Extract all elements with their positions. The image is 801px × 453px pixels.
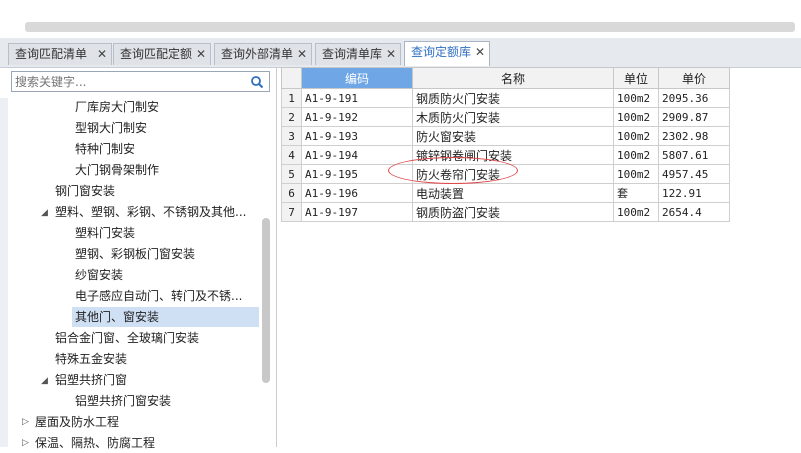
row-number: 5 bbox=[281, 164, 302, 184]
table-row[interactable]: 4 A1-9-194 镀锌钢卷闸门安装 100m2 5807.61 bbox=[281, 145, 730, 165]
tree-item[interactable]: 屋面及防水工程 bbox=[35, 412, 119, 432]
name-cell[interactable]: 钢质防盗门安装 bbox=[412, 202, 614, 222]
price-cell[interactable]: 5807.61 bbox=[658, 145, 730, 165]
tab-label: 查询匹配清单 bbox=[15, 47, 88, 61]
tree-item[interactable]: 纱窗安装 bbox=[75, 265, 123, 285]
price-cell[interactable]: 2095.36 bbox=[658, 88, 730, 108]
unit-cell[interactable]: 100m2 bbox=[613, 107, 659, 127]
left-panel: 厂库房大门制安 型钢大门制安 特种门制安 大门钢骨架制作 钢门窗安装 ◢ 塑料、… bbox=[0, 68, 277, 450]
table-row[interactable]: 5 A1-9-195 防火卷帘门安装 100m2 4957.45 bbox=[281, 164, 730, 184]
tree-item[interactable]: 塑钢、彩钢板门窗安装 bbox=[75, 244, 195, 264]
tab-label: 查询外部清单 bbox=[221, 47, 294, 61]
table-row[interactable]: 2 A1-9-192 木质防火门安装 100m2 2909.87 bbox=[281, 107, 730, 127]
table-row[interactable]: 3 A1-9-193 防火窗安装 100m2 2302.98 bbox=[281, 126, 730, 146]
table-row[interactable]: 1 A1-9-191 钢质防火门安装 100m2 2095.36 bbox=[281, 88, 730, 108]
tab-label: 查询清单库 bbox=[322, 47, 383, 61]
search-input[interactable] bbox=[15, 73, 243, 90]
tree-item[interactable]: 铝合金门窗、全玻璃门安装 bbox=[55, 328, 199, 348]
unit-cell[interactable]: 套 bbox=[613, 183, 659, 203]
tree-item[interactable]: 型钢大门制安 bbox=[75, 118, 147, 138]
name-cell[interactable]: 钢质防火门安装 bbox=[412, 88, 614, 108]
unit-cell[interactable]: 100m2 bbox=[613, 202, 659, 222]
code-cell[interactable]: A1-9-193 bbox=[301, 126, 413, 146]
tab-bar: 查询匹配清单 ✕ 查询匹配定额 ✕ 查询外部清单 ✕ 查询清单库 ✕ 查询定额库… bbox=[0, 38, 801, 68]
code-cell[interactable]: A1-9-191 bbox=[301, 88, 413, 108]
code-cell[interactable]: A1-9-194 bbox=[301, 145, 413, 165]
row-number: 1 bbox=[281, 88, 302, 108]
code-cell[interactable]: A1-9-196 bbox=[301, 183, 413, 203]
expanded-arrow-icon[interactable]: ◢ bbox=[41, 208, 48, 218]
tab-list-library[interactable]: 查询清单库 ✕ bbox=[315, 43, 401, 65]
tab-label: 查询定额库 bbox=[411, 45, 472, 59]
tree-item[interactable]: 厂库房大门制安 bbox=[75, 97, 159, 117]
tab-match-list[interactable]: 查询匹配清单 ✕ bbox=[8, 43, 112, 65]
left-splitter[interactable] bbox=[0, 98, 8, 447]
price-cell[interactable]: 2302.98 bbox=[658, 126, 730, 146]
tree-item-selected[interactable]: 其他门、窗安装 bbox=[72, 307, 259, 327]
tree-item[interactable]: 特种门制安 bbox=[75, 139, 135, 159]
tab-match-quota[interactable]: 查询匹配定额 ✕ bbox=[113, 43, 211, 65]
row-number: 7 bbox=[281, 202, 302, 222]
row-number: 3 bbox=[281, 126, 302, 146]
name-cell[interactable]: 镀锌钢卷闸门安装 bbox=[412, 145, 614, 165]
column-header-name[interactable]: 名称 bbox=[412, 67, 614, 89]
price-cell[interactable]: 2654.4 bbox=[658, 202, 730, 222]
tab-quota-library[interactable]: 查询定额库 ✕ bbox=[404, 41, 490, 66]
price-cell[interactable]: 2909.87 bbox=[658, 107, 730, 127]
tree-item[interactable]: 特殊五金安装 bbox=[55, 349, 127, 369]
table-row[interactable]: 6 A1-9-196 电动装置 套 122.91 bbox=[281, 183, 730, 203]
code-cell[interactable]: A1-9-195 bbox=[301, 164, 413, 184]
corner-cell[interactable] bbox=[281, 67, 302, 89]
price-cell[interactable]: 4957.45 bbox=[658, 164, 730, 184]
unit-cell[interactable]: 100m2 bbox=[613, 126, 659, 146]
close-icon[interactable]: ✕ bbox=[297, 44, 307, 65]
tree-item[interactable]: 铝塑共挤门窗安装 bbox=[75, 391, 171, 411]
tab-label: 查询匹配定额 bbox=[120, 47, 193, 61]
tab-external-list[interactable]: 查询外部清单 ✕ bbox=[214, 43, 312, 65]
name-cell[interactable]: 防火卷帘门安装 bbox=[412, 164, 614, 184]
unit-cell[interactable]: 100m2 bbox=[613, 164, 659, 184]
row-number: 4 bbox=[281, 145, 302, 165]
tree-item[interactable]: 电子感应自动门、转门及不锈... bbox=[75, 286, 242, 306]
code-cell[interactable]: A1-9-192 bbox=[301, 107, 413, 127]
row-number: 2 bbox=[281, 107, 302, 127]
expanded-arrow-icon[interactable]: ◢ bbox=[41, 376, 48, 386]
close-icon[interactable]: ✕ bbox=[196, 44, 206, 65]
top-panel bbox=[0, 0, 801, 38]
tree-item[interactable]: 钢门窗安装 bbox=[55, 181, 115, 201]
code-cell[interactable]: A1-9-197 bbox=[301, 202, 413, 222]
collapsed-arrow-icon[interactable]: ▷ bbox=[22, 417, 29, 427]
tree-item[interactable]: 保温、隔热、防腐工程 bbox=[35, 433, 155, 453]
vertical-scrollbar[interactable] bbox=[262, 218, 270, 383]
unit-cell[interactable]: 100m2 bbox=[613, 88, 659, 108]
column-header-price[interactable]: 单价 bbox=[658, 67, 730, 89]
search-box bbox=[11, 71, 270, 92]
horizontal-scrollbar[interactable] bbox=[25, 22, 795, 32]
tree-item[interactable]: 铝塑共挤门窗 bbox=[55, 370, 127, 390]
column-header-unit[interactable]: 单位 bbox=[613, 67, 659, 89]
name-cell[interactable]: 电动装置 bbox=[412, 183, 614, 203]
search-icon[interactable] bbox=[249, 74, 265, 90]
table-row[interactable]: 7 A1-9-197 钢质防盗门安装 100m2 2654.4 bbox=[281, 202, 730, 222]
unit-cell[interactable]: 100m2 bbox=[613, 145, 659, 165]
quota-grid: 编码 名称 单位 单价 1 A1-9-191 钢质防火门安装 100m2 209… bbox=[281, 67, 730, 222]
column-header-code[interactable]: 编码 bbox=[301, 67, 413, 89]
close-icon[interactable]: ✕ bbox=[475, 42, 485, 63]
row-number: 6 bbox=[281, 183, 302, 203]
tree-item[interactable]: 大门钢骨架制作 bbox=[75, 160, 159, 180]
close-icon[interactable]: ✕ bbox=[386, 44, 396, 65]
tree-item[interactable]: 塑料门安装 bbox=[75, 223, 135, 243]
header-row: 编码 名称 单位 单价 bbox=[281, 67, 730, 89]
price-cell[interactable]: 122.91 bbox=[658, 183, 730, 203]
close-icon[interactable]: ✕ bbox=[97, 44, 107, 65]
tree-item[interactable]: 塑料、塑钢、彩钢、不锈钢及其他... bbox=[55, 202, 246, 222]
name-cell[interactable]: 防火窗安装 bbox=[412, 126, 614, 146]
name-cell[interactable]: 木质防火门安装 bbox=[412, 107, 614, 127]
